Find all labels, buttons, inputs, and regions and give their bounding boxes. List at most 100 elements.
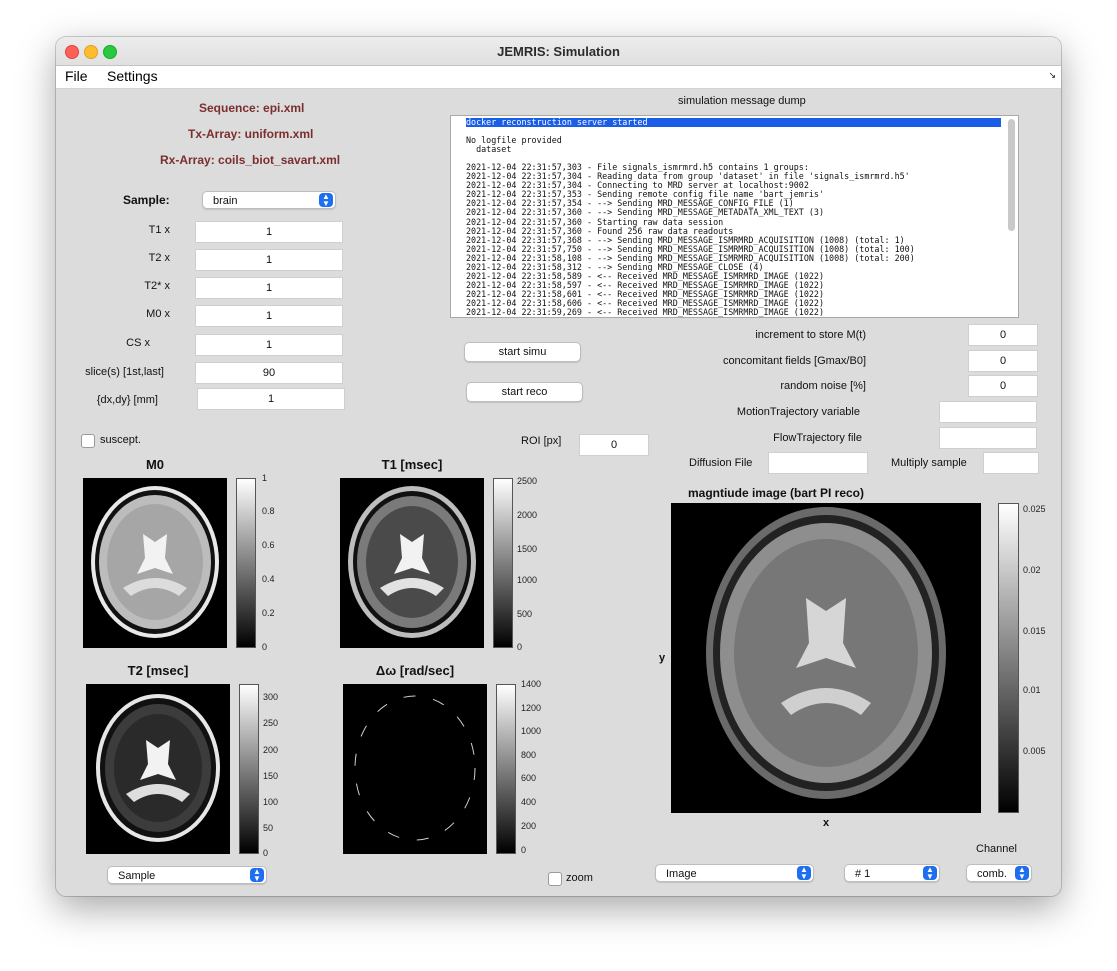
increment-field[interactable]: 0 (968, 324, 1038, 346)
dw-tick: 600 (521, 773, 537, 783)
t1-label: T1 x (148, 224, 170, 236)
recon-ylabel: y (659, 652, 666, 664)
t1-tick: 2000 (517, 510, 538, 520)
tx-array-label: Tx-Array: uniform.xml (188, 127, 314, 141)
m0-field[interactable]: 1 (195, 305, 343, 327)
menu-bar: File Settings ↘ (56, 66, 1061, 89)
roi-field[interactable]: 0 (579, 434, 649, 456)
sample-select-value: brain (213, 195, 238, 207)
dw-colorbar (496, 684, 516, 854)
coil-select[interactable]: # 1 ▲ ▼ (844, 864, 940, 882)
flow-label: FlowTrajectory file (773, 432, 862, 444)
suscept-checkbox[interactable] (81, 434, 95, 448)
m0-tick: 0.8 (262, 506, 275, 516)
t2-image (86, 684, 230, 854)
m0-tick: 0 (262, 642, 268, 652)
noise-field[interactable]: 0 (968, 375, 1038, 397)
select-arrows-icon: ▲ ▼ (923, 866, 937, 881)
sample-display-select[interactable]: Sample ▲ ▼ (107, 866, 267, 884)
channel-select[interactable]: comb. ▲ ▼ (966, 864, 1032, 882)
dump-line[interactable]: dataset (466, 145, 1018, 154)
image-select[interactable]: Image ▲ ▼ (655, 864, 814, 882)
dw-tick: 0 (521, 845, 527, 855)
dump-scrollbar[interactable] (1008, 119, 1015, 231)
channel-label: Channel (976, 843, 1017, 855)
select-arrows-icon: ▲ ▼ (319, 193, 333, 208)
t1-field[interactable]: 1 (195, 221, 343, 243)
t2star-field[interactable]: 1 (195, 277, 343, 299)
sequence-label: Sequence: epi.xml (199, 101, 305, 115)
slices-label: slice(s) [1st,last] (85, 366, 164, 378)
m0-tick: 0.6 (262, 540, 275, 550)
recon-plot-title: magntiude image (bart PI reco) (687, 486, 865, 500)
t1-image (340, 478, 484, 648)
menu-file[interactable]: File (65, 68, 88, 84)
multiply-label: Multiply sample (891, 457, 967, 469)
t1-tick: 1500 (517, 544, 538, 554)
flow-field[interactable] (939, 427, 1037, 449)
recon-image (671, 503, 981, 813)
simulation-window: JEMRIS: Simulation File Settings ↘ Seque… (56, 37, 1061, 896)
t2-field[interactable]: 1 (195, 249, 343, 271)
t1-tick: 500 (517, 609, 533, 619)
t2star-label: T2* x (144, 280, 170, 292)
t2-tick: 250 (263, 718, 279, 728)
t1-plot-title: T1 [msec] (381, 457, 443, 472)
concomitant-field[interactable]: 0 (968, 350, 1038, 372)
m0-image (83, 478, 227, 648)
cs-field[interactable]: 1 (195, 334, 343, 356)
recon-tick: 0.015 (1023, 626, 1046, 636)
dw-tick: 1400 (521, 679, 542, 689)
sample-select[interactable]: brain ▲ ▼ (202, 191, 336, 209)
noise-label: random noise [%] (780, 380, 866, 392)
channel-select-value: comb. (977, 868, 1007, 880)
cs-label: CS x (126, 337, 150, 349)
menu-settings[interactable]: Settings (107, 68, 158, 84)
window-title: JEMRIS: Simulation (497, 44, 620, 59)
t1-colorbar (493, 478, 513, 648)
dw-tick: 200 (521, 821, 537, 831)
start-simu-button[interactable]: start simu (464, 342, 581, 362)
t1-tick: 2500 (517, 476, 538, 486)
concomitant-label: concomitant fields [Gmax/B0] (722, 355, 866, 367)
t2-tick: 50 (263, 823, 274, 833)
dw-tick: 400 (521, 797, 537, 807)
m0-colorbar (236, 478, 256, 648)
dump-line[interactable]: 2021-12-04 22:31:59,269 - <-- Received M… (466, 307, 1018, 317)
motion-label: MotionTrajectory variable (736, 406, 860, 418)
recon-tick: 0.005 (1023, 746, 1046, 756)
dxdy-field[interactable]: 1 (197, 388, 345, 410)
select-arrows-icon: ▲ ▼ (797, 866, 811, 881)
coil-select-value: # 1 (855, 868, 871, 880)
dump-text: docker reconstruction server started No … (451, 116, 1018, 317)
dw-image (343, 684, 487, 854)
recon-xlabel: x (823, 817, 830, 829)
resize-corner-icon[interactable]: ↘ (1048, 70, 1056, 81)
motion-field[interactable] (939, 401, 1037, 423)
message-dump[interactable]: docker reconstruction server started No … (450, 115, 1019, 318)
select-arrows-icon: ▲ ▼ (1015, 866, 1029, 881)
t2-colorbar (239, 684, 259, 854)
diffusion-field[interactable] (768, 452, 868, 474)
zoom-label: zoom (566, 872, 593, 884)
start-reco-button[interactable]: start reco (466, 382, 583, 402)
dw-plot-title: Δω [rad/sec] (375, 663, 455, 678)
t2-plot-title: T2 [msec] (127, 663, 189, 678)
t2-tick: 0 (263, 848, 269, 858)
multiply-field[interactable] (983, 452, 1039, 474)
m0-plot-title: M0 (145, 457, 165, 472)
t1-tick: 1000 (517, 575, 538, 585)
sample-display-select-value: Sample (118, 870, 156, 882)
t2-tick: 150 (263, 771, 279, 781)
image-select-value: Image (666, 868, 697, 880)
dxdy-label: {dx,dy} [mm] (96, 394, 158, 406)
suscept-label: suscept. (100, 434, 141, 446)
select-arrows-icon: ▲ ▼ (250, 868, 264, 883)
dump-line[interactable]: docker reconstruction server started (466, 117, 1001, 128)
zoom-checkbox[interactable] (548, 872, 562, 886)
dw-tick: 1000 (521, 726, 542, 736)
dump-line[interactable]: No logfile provided (466, 136, 1018, 145)
slices-field[interactable]: 90 (195, 362, 343, 384)
m0-tick: 0.2 (262, 608, 275, 618)
m0-tick: 1 (262, 473, 268, 483)
